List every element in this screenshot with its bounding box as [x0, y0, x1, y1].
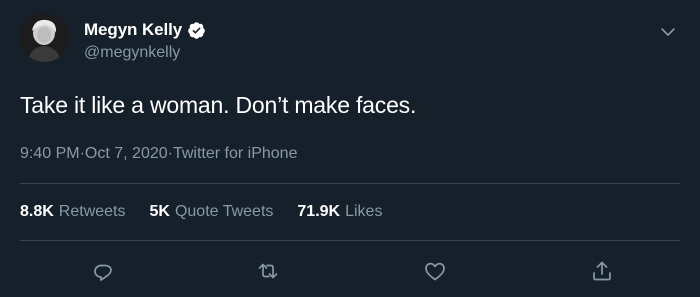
tweet-date[interactable]: Oct 7, 2020 — [85, 145, 168, 163]
tweet-stats: 8.8K Retweets 5K Quote Tweets 71.9K Like… — [20, 203, 406, 221]
like-button[interactable] — [423, 259, 447, 283]
tweet-meta: 9:40 PM · Oct 7, 2020 · Twitter for iPho… — [20, 145, 297, 163]
tweet-source[interactable]: Twitter for iPhone — [173, 145, 298, 163]
tweet-text: Take it like a woman. Don’t make faces. — [20, 92, 417, 118]
retweets-stat[interactable]: 8.8K Retweets — [20, 203, 126, 221]
reply-button[interactable] — [91, 259, 115, 283]
likes-stat[interactable]: 71.9K Likes — [297, 203, 382, 221]
quote-tweets-count: 5K — [149, 203, 170, 220]
retweets-label: Retweets — [58, 203, 126, 220]
reply-icon — [94, 264, 112, 281]
heart-icon — [425, 262, 445, 281]
divider — [20, 240, 680, 241]
verified-badge-icon — [187, 21, 206, 40]
tweet-actions — [0, 255, 700, 287]
retweets-count: 8.8K — [20, 203, 54, 220]
quote-tweets-stat[interactable]: 5K Quote Tweets — [150, 203, 274, 221]
author-display-name[interactable]: Megyn Kelly — [84, 20, 182, 40]
profile-photo-icon — [20, 13, 69, 62]
author-handle[interactable]: @megynkelly — [84, 44, 180, 62]
retweet-button[interactable] — [256, 259, 280, 283]
tweet-time[interactable]: 9:40 PM — [20, 145, 80, 163]
likes-label: Likes — [345, 203, 383, 220]
author-avatar[interactable] — [20, 13, 69, 62]
likes-count: 71.9K — [297, 203, 341, 220]
author-name-row: Megyn Kelly — [84, 19, 206, 41]
share-button[interactable] — [590, 259, 614, 283]
more-options-chevron-down-icon[interactable] — [658, 22, 678, 42]
retweet-icon — [258, 263, 278, 279]
quote-tweets-label: Quote Tweets — [174, 203, 274, 220]
tweet-card: Megyn Kelly @megynkelly Take it like a w… — [0, 0, 700, 297]
divider — [20, 183, 680, 184]
share-icon — [593, 261, 611, 281]
